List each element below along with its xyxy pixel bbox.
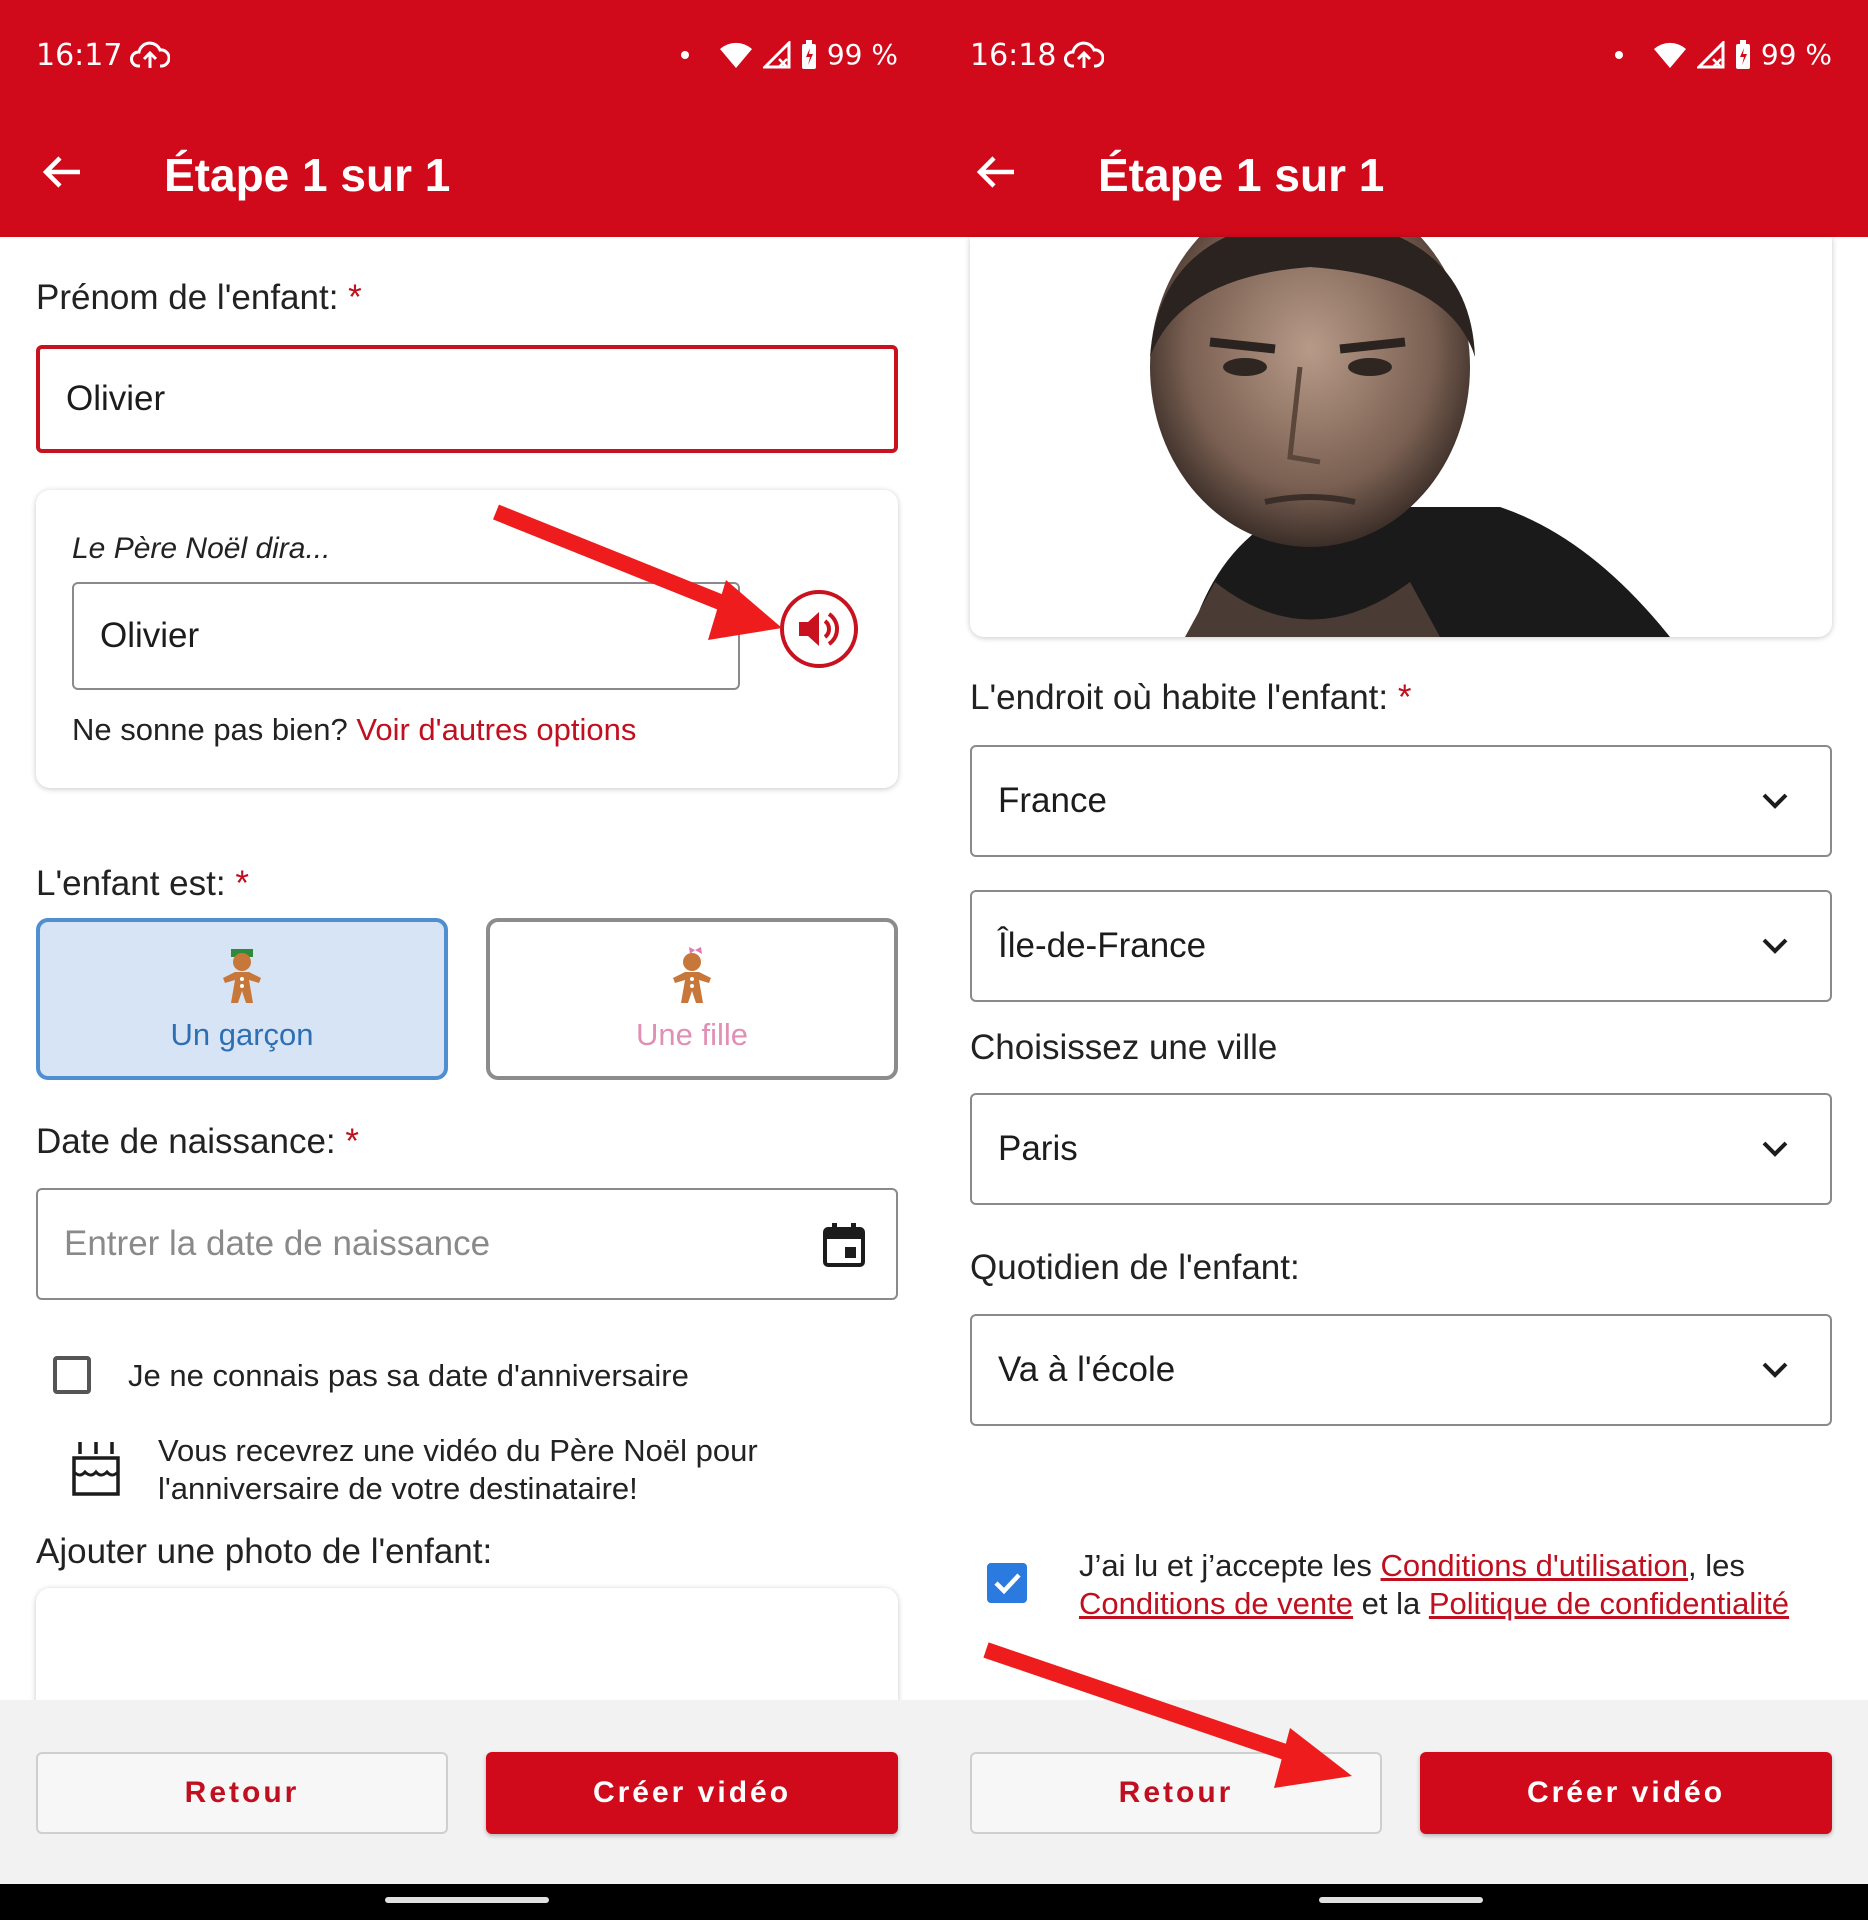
pronunciation-label: Le Père Noël dira... [72,532,331,565]
region-select[interactable]: Île-de-France [970,890,1832,1002]
wifi-icon [1653,42,1686,68]
city-value: Paris [998,1129,1078,1168]
pronunciation-card: Le Père Noël dira... Olivier Ne sonne pa… [36,490,898,788]
terms-of-use-link[interactable]: Conditions d'utilisation [1381,1548,1689,1583]
check-icon [994,1573,1021,1595]
gender-girl-label: Une fille [636,1017,748,1052]
page-title: Étape 1 sur 1 [164,149,451,201]
daily-label: Quotidien de l'enfant: [970,1248,1300,1287]
signal-icon [762,40,791,68]
pronunciation-hint: Ne sonne pas bien? Voir d'autres options [72,712,637,747]
chevron-down-icon [1762,1362,1788,1378]
terms-of-sale-link[interactable]: Conditions de vente [1079,1586,1353,1621]
chevron-down-icon [1762,793,1788,809]
wifi-icon [719,42,752,68]
child-photo [970,237,1832,637]
country-value: France [998,781,1107,820]
back-arrow-icon[interactable] [974,150,1018,194]
birthdate-input[interactable]: Entrer la date de naissance [36,1188,898,1300]
region-value: Île-de-France [998,926,1207,965]
app-header: 16:17 99 % Étape 1 sur 1 [0,0,934,237]
battery-icon [1735,39,1750,69]
battery-percent: 99 % [826,38,898,71]
terms-text: J’ai lu et j’accepte les Conditions d'ut… [1079,1548,1790,1621]
gender-option-boy[interactable]: Un garçon [36,918,448,1080]
system-nav-bar [0,1884,934,1920]
gender-boy-label: Un garçon [170,1017,314,1052]
notification-dot [1614,50,1623,59]
battery-percent: 99 % [1760,38,1832,71]
status-time: 16:17 [36,38,123,73]
home-handle[interactable] [385,1897,549,1903]
gingerbread-boy-icon [223,949,261,1003]
first-name-input[interactable]: Olivier [36,345,898,453]
notification-dot [680,50,689,59]
gender-label: L'enfant est: * [36,864,249,903]
calendar-icon[interactable] [822,1222,866,1268]
privacy-policy-link[interactable]: Politique de confidentialité [1429,1586,1789,1621]
create-video-button[interactable]: Créer vidéo [486,1752,898,1834]
app-header: 16:18 99 % Étape 1 sur 1 [934,0,1868,237]
daily-value: Va à l'école [998,1350,1176,1389]
location-label: L'endroit où habite l'enfant: * [970,678,1412,717]
create-video-button[interactable]: Créer vidéo [1420,1752,1832,1834]
chevron-down-icon [1762,938,1788,954]
home-handle[interactable] [1319,1897,1483,1903]
pronunciation-input[interactable]: Olivier [72,582,740,690]
cloud-upload-icon [130,41,170,68]
photo-label: Ajouter une photo de l'enfant: [36,1532,493,1571]
back-arrow-icon[interactable] [40,150,84,194]
signal-icon [1696,40,1725,68]
terms-checkbox[interactable] [987,1563,1027,1603]
back-button[interactable]: Retour [970,1752,1382,1834]
status-indicators: 99 % [680,38,898,71]
daily-select[interactable]: Va à l'école [970,1314,1832,1426]
page-title: Étape 1 sur 1 [1098,149,1385,201]
first-name-label: Prénom de l'enfant: * [36,278,362,317]
cloud-upload-icon [1064,41,1104,68]
birthday-info-text: Vous recevrez une vidéo du Père Noël pou… [158,1433,758,1506]
screen-left: 16:17 99 % Étape 1 sur 1 Prénom de l'enf… [0,0,934,1920]
chevron-down-icon [1762,1141,1788,1157]
birthdate-label: Date de naissance: * [36,1122,359,1161]
birthday-cake-icon [72,1442,120,1496]
city-select[interactable]: Paris [970,1093,1832,1205]
footer-bar: Retour Créer vidéo [934,1700,1868,1884]
unknown-birthday-label: Je ne connais pas sa date d'anniversaire [128,1358,689,1393]
footer-bar: Retour Créer vidéo [0,1700,934,1884]
status-indicators: 99 % [1614,38,1832,71]
city-label: Choisissez une ville [970,1028,1278,1067]
status-time: 16:18 [970,38,1057,73]
gender-option-girl[interactable]: Une fille [486,918,898,1080]
back-button[interactable]: Retour [36,1752,448,1834]
speaker-icon [799,612,839,646]
other-options-link[interactable]: Voir d'autres options [356,712,636,747]
birthdate-placeholder: Entrer la date de naissance [64,1224,491,1263]
system-nav-bar [934,1884,1868,1920]
play-pronunciation-button[interactable] [780,590,858,668]
screen-right: 16:18 99 % Étape 1 sur 1 L'endroit où ha… [934,0,1868,1920]
country-select[interactable]: France [970,745,1832,857]
battery-icon [801,39,816,69]
unknown-birthday-checkbox[interactable] [53,1356,91,1394]
child-photo-card[interactable] [970,237,1832,637]
gingerbread-girl-icon [673,947,711,1003]
